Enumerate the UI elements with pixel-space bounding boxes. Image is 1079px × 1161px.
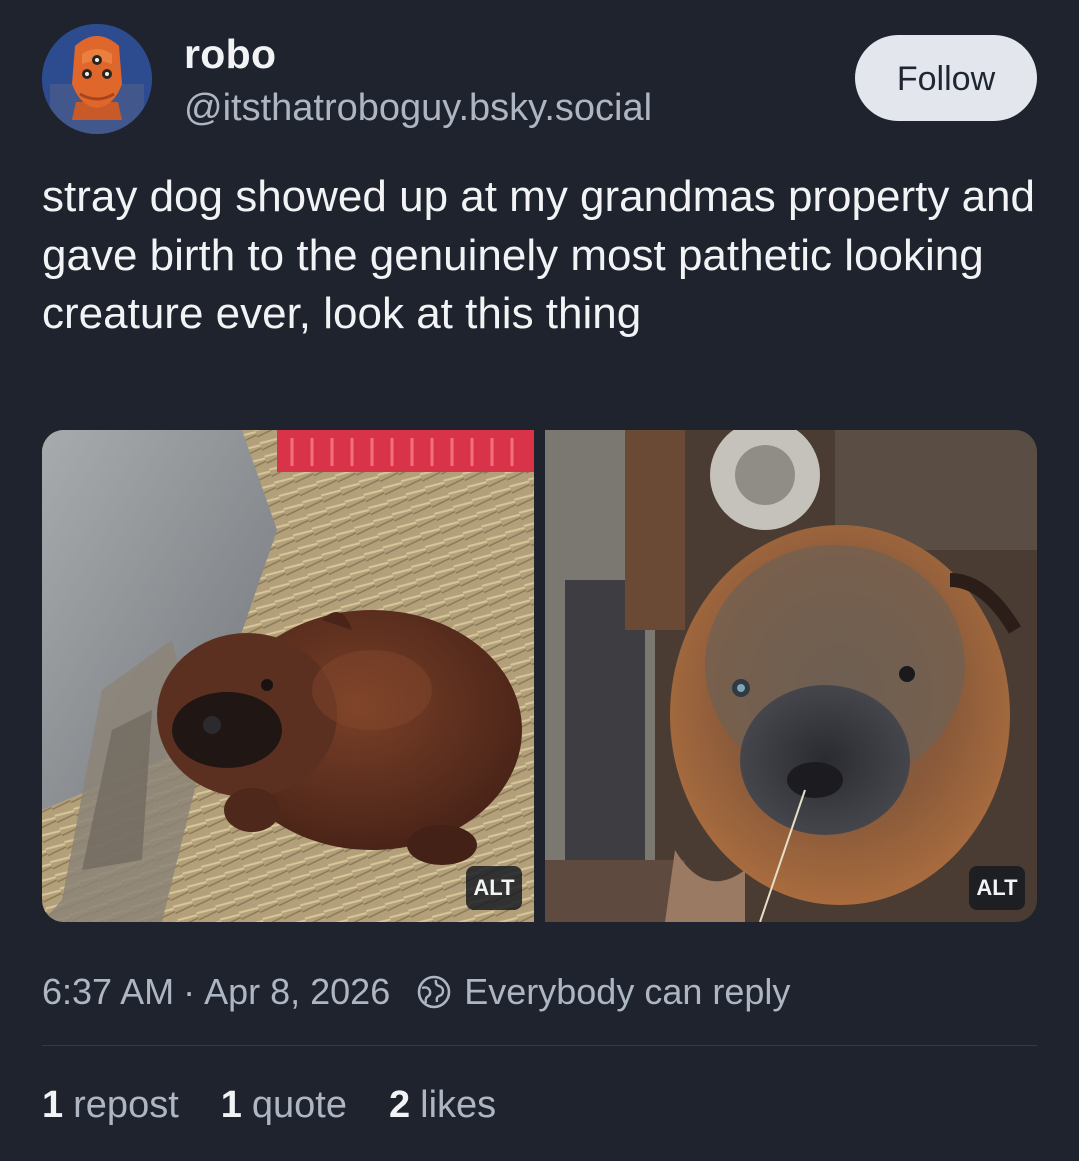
divider [42, 1045, 1037, 1046]
post-date: Apr 8, 2026 [204, 971, 391, 1012]
author-names: robo @itsthatroboguy.bsky.social [184, 28, 652, 134]
author-display-name[interactable]: robo [184, 28, 652, 80]
robot-mask-icon [42, 24, 152, 134]
post-container: robo @itsthatroboguy.bsky.social Follow … [0, 0, 1079, 1161]
reply-setting-label: Everybody can reply [464, 971, 791, 1012]
globe-reply-icon [417, 975, 451, 1009]
quotes-label: quote [251, 1084, 347, 1126]
reply-setting[interactable]: Everybody can reply [416, 971, 790, 1013]
alt-text-badge[interactable]: ALT [969, 866, 1025, 910]
reposts-count: 1 [42, 1084, 64, 1126]
quotes-stat[interactable]: 1 quote [221, 1084, 347, 1127]
alt-text-badge[interactable]: ALT [466, 866, 522, 910]
post-header: robo @itsthatroboguy.bsky.social Follow [42, 24, 1037, 134]
avatar[interactable] [42, 24, 152, 134]
follow-button[interactable]: Follow [855, 35, 1037, 121]
post-image-2[interactable]: ALT [545, 430, 1037, 922]
reposts-label: repost [73, 1084, 179, 1126]
quotes-count: 1 [220, 1084, 242, 1126]
post-stats: 1 repost 1 quote 2 likes [42, 1084, 538, 1127]
author-handle[interactable]: @itsthatroboguy.bsky.social [184, 82, 652, 134]
likes-count: 2 [389, 1084, 411, 1126]
meta-separator: · [183, 971, 196, 1012]
likes-stat[interactable]: 2 likes [389, 1084, 496, 1127]
post-text: stray dog showed up at my grandmas prope… [42, 172, 1035, 338]
likes-label: likes [420, 1084, 497, 1126]
reposts-stat[interactable]: 1 repost [42, 1084, 179, 1127]
puppy-closeup-image [545, 430, 1037, 922]
post-meta: 6:37 AM · Apr 8, 2026 Everybody can repl… [42, 966, 790, 1018]
post-images: ALT ALT [42, 430, 1037, 922]
post-image-1[interactable]: ALT [42, 430, 534, 922]
post-time: 6:37 AM [42, 971, 175, 1012]
puppy-in-hay-image [42, 430, 534, 922]
